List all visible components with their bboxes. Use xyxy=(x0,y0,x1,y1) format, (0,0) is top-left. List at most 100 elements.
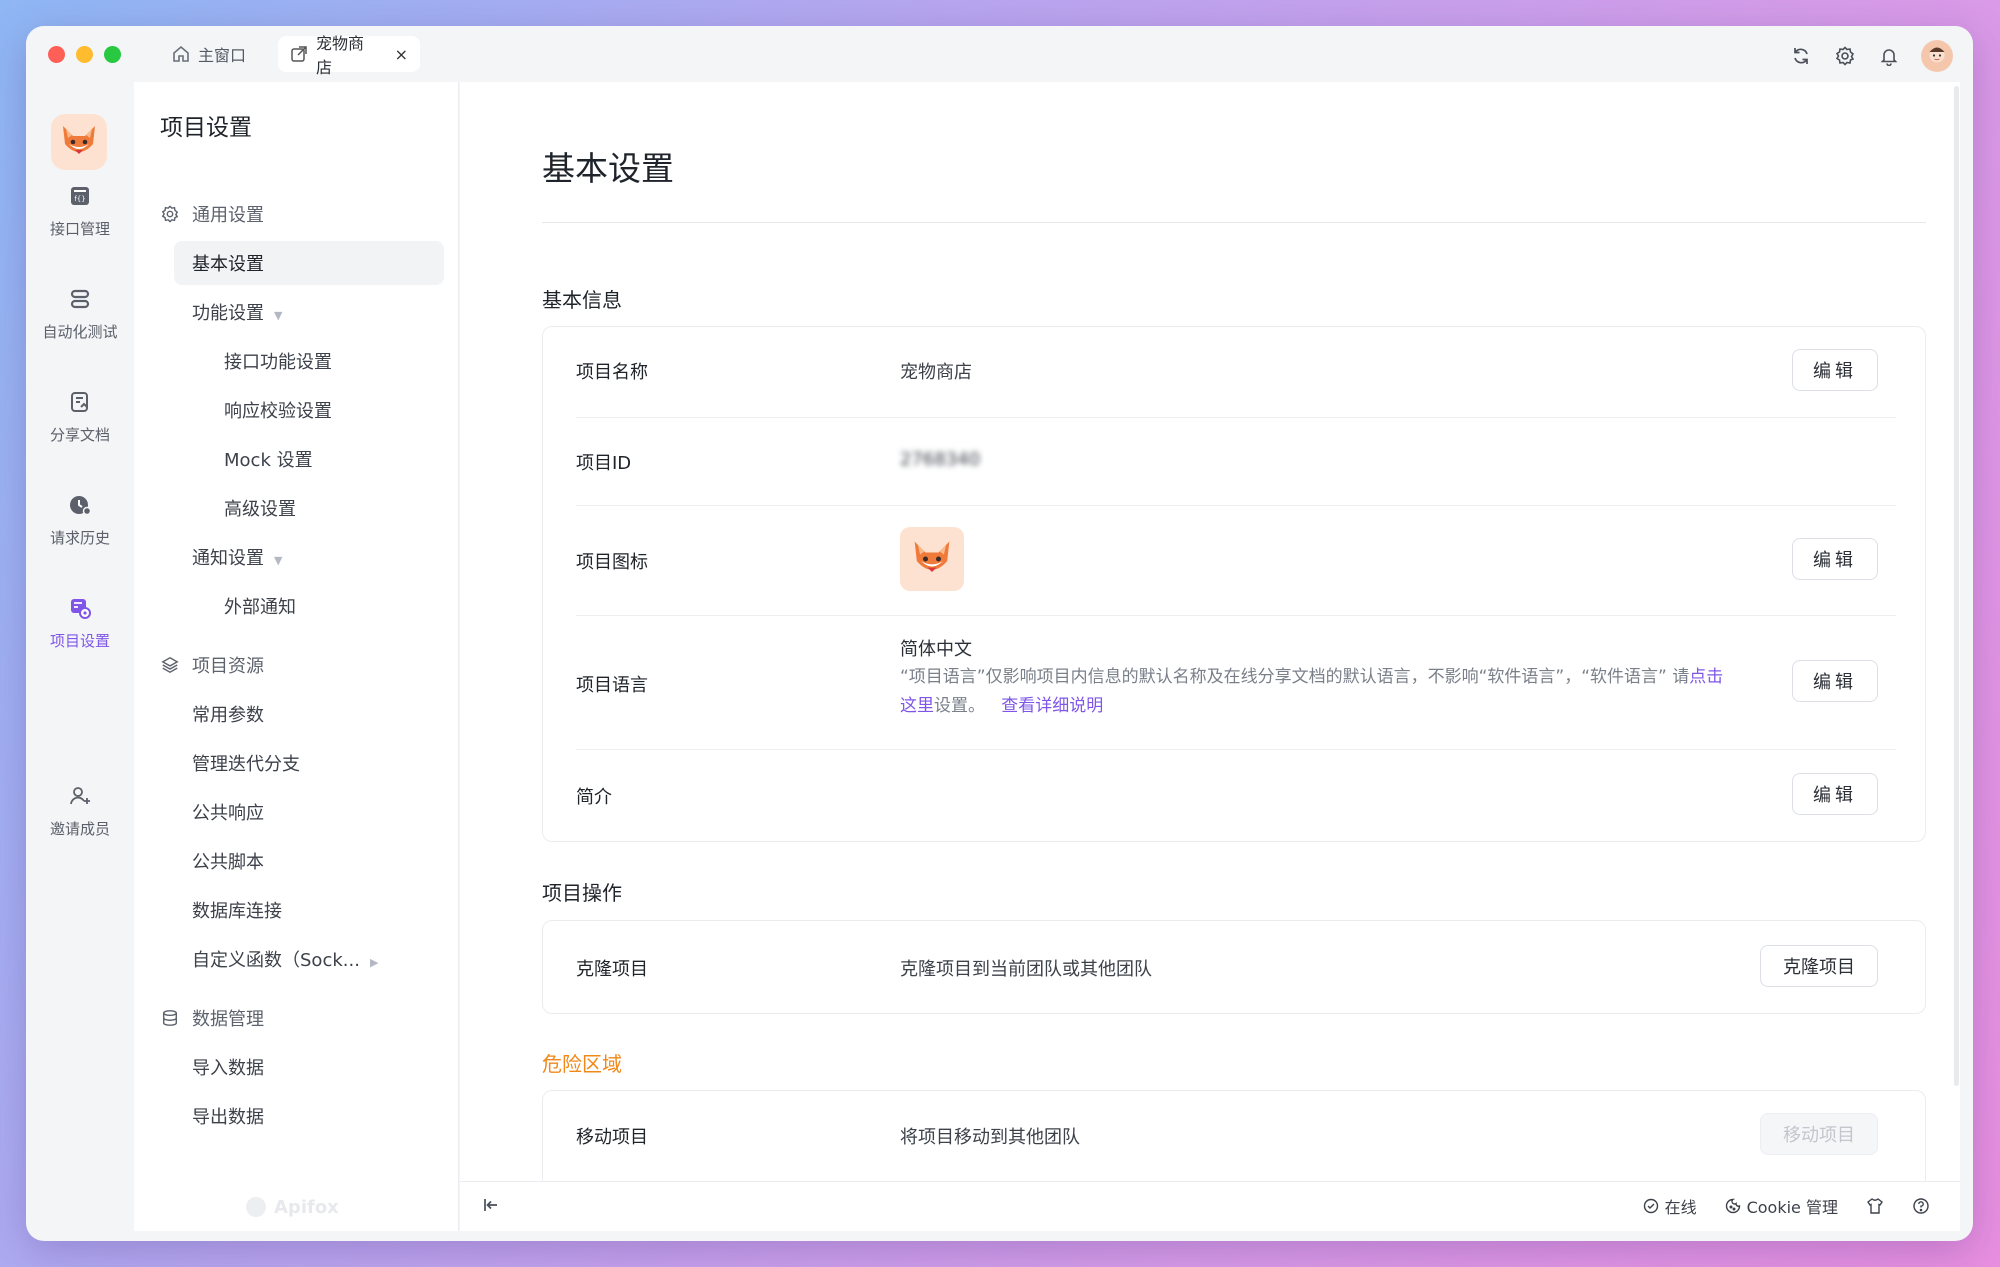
help-icon[interactable] xyxy=(1912,1197,1930,1215)
tshirt-icon[interactable] xyxy=(1866,1197,1884,1215)
external-link-icon xyxy=(290,45,308,63)
nav-group-data[interactable]: 数据管理 xyxy=(134,996,459,1040)
nav-group-general[interactable]: 通用设置 xyxy=(134,192,459,236)
row-project-language: 项目语言 简体中文 “项目语言”仅影响项目内信息的默认名称及在线分享文档的默认语… xyxy=(576,615,1896,749)
nav-item-custom-functions[interactable]: 自定义函数（Sock... ▶ xyxy=(134,937,459,981)
section-title-basic-info: 基本信息 xyxy=(542,288,622,312)
main-content: 基本设置 基本信息 项目名称 宠物商店 编辑 项目ID 2768340 项目图标 xyxy=(460,82,1960,1231)
close-icon[interactable]: × xyxy=(395,45,408,64)
nav-item-mock[interactable]: Mock 设置 xyxy=(134,437,459,481)
language-description: “项目语言”仅影响项目内信息的默认名称及在线分享文档的默认语言，不影响“软件语言… xyxy=(900,667,1724,716)
edit-name-button[interactable]: 编辑 xyxy=(1792,349,1878,391)
fox-logo-icon xyxy=(63,126,95,154)
move-project-button[interactable]: 移动项目 xyxy=(1760,1113,1878,1155)
rail-item-label: 项目设置 xyxy=(49,632,110,650)
nav-item-import-data[interactable]: 导入数据 xyxy=(134,1045,459,1089)
title-bar: 主窗口 宠物商店 × xyxy=(26,26,1973,82)
section-title-danger-zone: 危险区域 xyxy=(542,1052,622,1076)
online-status[interactable]: 在线 xyxy=(1643,1194,1697,1218)
check-circle-icon xyxy=(1643,1198,1658,1214)
nav-item-notify-settings[interactable]: 通知设置 ▼ xyxy=(134,535,459,579)
rail-item-automation-test[interactable]: 自动化测试 xyxy=(26,285,134,342)
caret-down-icon: ▼ xyxy=(274,554,283,567)
caret-down-icon: ▼ xyxy=(274,309,283,322)
rail-item-label: 邀请成员 xyxy=(49,820,110,838)
nav-item-public-scripts[interactable]: 公共脚本 xyxy=(134,839,459,883)
gear-icon xyxy=(160,204,180,224)
layers-icon xyxy=(160,655,180,675)
app-rail: f{} 接口管理 自动化测试 分享文档 请求历史 项目设置 邀请成员 xyxy=(26,82,134,1241)
section-title-project-ops: 项目操作 xyxy=(542,881,622,905)
rail-item-project-settings[interactable]: 项目设置 xyxy=(26,594,134,651)
automation-test-icon xyxy=(66,285,94,313)
sidebar-title: 项目设置 xyxy=(160,115,252,141)
rail-item-label: 分享文档 xyxy=(49,426,110,444)
brand-watermark: Apifox xyxy=(244,1195,339,1219)
project-logo[interactable] xyxy=(51,114,107,170)
row-clone-project: 克隆项目 克隆项目到当前团队或其他团队 克隆项目 xyxy=(576,921,1896,1015)
row-project-intro: 简介 编辑 xyxy=(576,749,1896,843)
rail-item-history[interactable]: 请求历史 xyxy=(26,491,134,548)
settings-sidebar: 项目设置 通用设置 基本设置 功能设置 ▼ 接口功能设置 响应校验设置 Mock … xyxy=(134,82,459,1231)
caret-right-icon: ▶ xyxy=(369,956,379,969)
nav-item-feature-settings[interactable]: 功能设置 ▼ xyxy=(134,290,459,334)
project-icon-image xyxy=(900,527,964,591)
minimize-window-button[interactable] xyxy=(76,46,93,63)
collapse-sidebar-icon[interactable] xyxy=(482,1196,500,1219)
nav-item-db-connection[interactable]: 数据库连接 xyxy=(134,888,459,932)
svg-text:f{}: f{} xyxy=(74,195,85,203)
row-project-icon: 项目图标 编辑 xyxy=(576,505,1896,615)
nav-group-resources[interactable]: 项目资源 xyxy=(134,643,459,687)
cookie-icon xyxy=(1725,1198,1740,1214)
language-value: 简体中文 xyxy=(900,639,972,660)
project-id-value: 2768340 xyxy=(900,449,981,470)
rail-item-invite-member[interactable]: 邀请成员 xyxy=(26,782,134,839)
maximize-window-button[interactable] xyxy=(104,46,121,63)
project-ops-card: 克隆项目 克隆项目到当前团队或其他团队 克隆项目 xyxy=(542,920,1926,1014)
sync-icon[interactable] xyxy=(1789,44,1813,68)
tab-pet-store[interactable]: 宠物商店 × xyxy=(278,34,420,77)
view-details-link[interactable]: 查看详细说明 xyxy=(1001,696,1103,716)
nav-item-branches[interactable]: 管理迭代分支 xyxy=(134,741,459,785)
fox-logo-icon xyxy=(914,541,950,572)
share-doc-icon xyxy=(66,388,94,416)
row-move-project: 移动项目 将项目移动到其他团队 移动项目 xyxy=(576,1091,1896,1181)
edit-intro-button[interactable]: 编辑 xyxy=(1792,773,1878,815)
nav-item-export-data[interactable]: 导出数据 xyxy=(134,1094,459,1138)
nav-item-advanced[interactable]: 高级设置 xyxy=(134,486,459,530)
close-window-button[interactable] xyxy=(48,46,65,63)
rail-item-share-doc[interactable]: 分享文档 xyxy=(26,388,134,445)
settings-icon[interactable] xyxy=(1833,44,1857,68)
nav-item-external-notify[interactable]: 外部通知 xyxy=(134,584,459,628)
clone-project-button[interactable]: 克隆项目 xyxy=(1760,945,1878,987)
user-avatar[interactable] xyxy=(1921,40,1953,72)
divider xyxy=(542,222,1926,223)
rail-item-api-management[interactable]: f{} 接口管理 xyxy=(26,182,134,239)
rail-item-label: 接口管理 xyxy=(49,220,110,238)
rail-item-label: 自动化测试 xyxy=(42,323,118,341)
nav-item-api-feature[interactable]: 接口功能设置 xyxy=(134,339,459,383)
rail-item-label: 请求历史 xyxy=(49,529,110,547)
app-window: 主窗口 宠物商店 × f{} 接口管理 自动化测试 分享文档 请求历史 项目设置… xyxy=(26,26,1973,1241)
status-bar: 在线 Cookie 管理 xyxy=(460,1181,1960,1231)
home-icon xyxy=(172,45,190,63)
api-management-icon: f{} xyxy=(66,182,94,210)
page-title: 基本设置 xyxy=(542,149,674,188)
database-icon xyxy=(160,1008,180,1028)
nav-item-basic-settings[interactable]: 基本设置 xyxy=(134,241,459,285)
row-project-id: 项目ID 2768340 xyxy=(576,449,981,474)
edit-language-button[interactable]: 编辑 xyxy=(1792,660,1878,702)
edit-icon-button[interactable]: 编辑 xyxy=(1792,538,1878,580)
history-icon xyxy=(66,491,94,519)
nav-item-response-check[interactable]: 响应校验设置 xyxy=(134,388,459,432)
invite-member-icon xyxy=(66,782,94,810)
tab-home[interactable]: 主窗口 xyxy=(160,36,258,72)
tab-label: 主窗口 xyxy=(198,46,247,65)
tab-label: 宠物商店 xyxy=(316,34,365,77)
nav-item-public-response[interactable]: 公共响应 xyxy=(134,790,459,834)
cookie-management[interactable]: Cookie 管理 xyxy=(1725,1194,1838,1218)
vertical-scrollbar[interactable] xyxy=(1953,82,1960,1092)
bell-icon[interactable] xyxy=(1877,44,1901,68)
nav-item-common-params[interactable]: 常用参数 xyxy=(134,692,459,736)
apifox-logo-icon xyxy=(246,1197,266,1217)
